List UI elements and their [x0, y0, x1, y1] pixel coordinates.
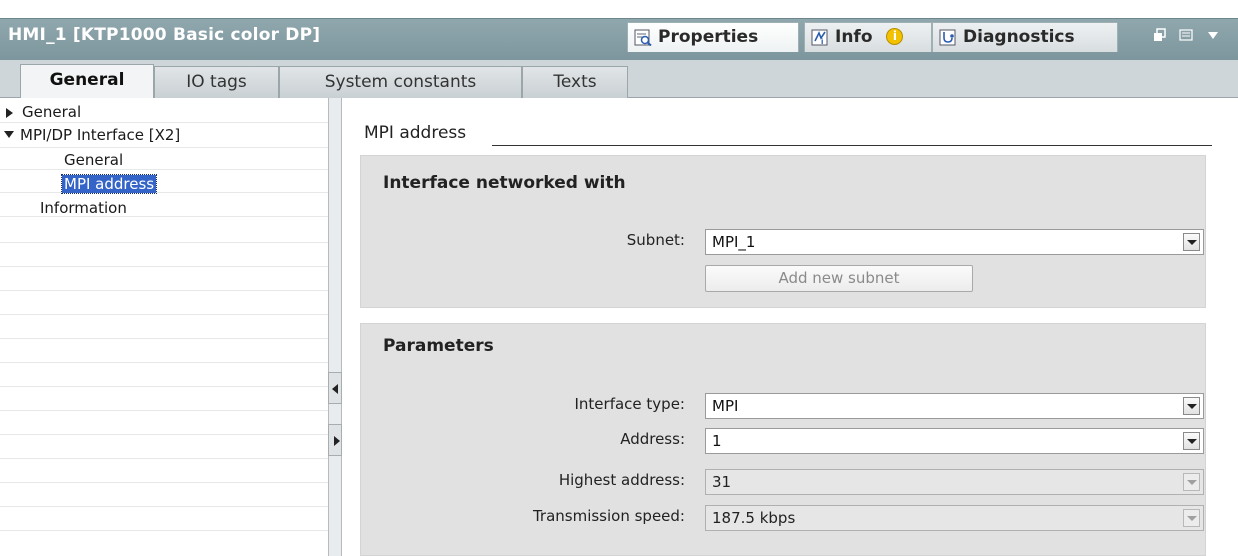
properties-content: MPI address Interface networked with Sub… — [342, 98, 1238, 556]
dropdown-arrow-icon[interactable] — [1183, 233, 1200, 251]
highest-address-dropdown: 31 — [705, 469, 1204, 495]
dropdown-arrow-icon[interactable] — [1183, 397, 1200, 415]
arrow-left-icon — [332, 384, 338, 394]
tree-divider — [0, 410, 328, 411]
tree-divider — [0, 290, 328, 291]
expand-arrow-icon[interactable] — [6, 108, 13, 118]
tree-item-information[interactable]: Information — [40, 199, 127, 217]
tab-diagnostics-label: Diagnostics — [963, 27, 1075, 47]
pane-splitter[interactable] — [328, 98, 342, 556]
address-value: 1 — [712, 432, 722, 450]
address-dropdown[interactable]: 1 — [705, 428, 1204, 454]
tab-properties-label: Properties — [658, 27, 759, 47]
subtab-texts[interactable]: Texts — [522, 66, 628, 98]
properties-icon — [634, 29, 652, 46]
transmission-speed-label: Transmission speed: — [532, 507, 685, 525]
subtab-io-tags[interactable]: IO tags — [154, 66, 279, 98]
tree-divider — [0, 122, 328, 123]
tree-item-general[interactable]: General — [22, 103, 81, 121]
tree-divider — [0, 530, 328, 531]
tree-divider — [0, 266, 328, 267]
group-parameters: Parameters Interface type: MPI Address: … — [360, 323, 1206, 556]
restore-window-icon — [1154, 28, 1166, 41]
subtab-general[interactable]: General — [20, 64, 154, 99]
menu-lines-icon — [1179, 29, 1193, 41]
dropdown-arrow-icon — [1183, 509, 1200, 527]
address-label: Address: — [620, 430, 685, 448]
tree-divider — [0, 192, 328, 193]
transmission-speed-value: 187.5 kbps — [712, 509, 796, 527]
tree-divider — [0, 338, 328, 339]
window-controls[interactable] — [1148, 26, 1232, 44]
svg-text:i: i — [821, 38, 823, 46]
tab-info[interactable]: i Info i — [804, 22, 932, 52]
tree-divider — [0, 434, 328, 435]
tree-divider — [0, 314, 328, 315]
section-title: MPI address — [364, 123, 481, 143]
title-top-spacer — [0, 0, 1238, 18]
tree-item-interface-general[interactable]: General — [64, 151, 123, 169]
window-title: HMI_1 [KTP1000 Basic color DP] — [8, 25, 321, 45]
chevron-down-icon — [1208, 32, 1218, 39]
tree-divider — [0, 458, 328, 459]
subtab-bar: General IO tags System constants Texts — [0, 60, 1238, 99]
transmission-speed-dropdown: 187.5 kbps — [705, 505, 1204, 531]
expand-right-button[interactable] — [328, 424, 342, 456]
tree-divider — [0, 362, 328, 363]
tab-diagnostics[interactable]: Diagnostics — [932, 22, 1118, 52]
arrow-right-icon — [334, 436, 340, 446]
add-new-subnet-button[interactable]: Add new subnet — [705, 265, 973, 292]
subnet-label: Subnet: — [626, 231, 685, 249]
section-rule — [492, 145, 1212, 146]
interface-type-value: MPI — [712, 397, 739, 415]
subnet-dropdown[interactable]: MPI_1 — [705, 229, 1204, 255]
interface-type-label: Interface type: — [574, 395, 686, 413]
subnet-value: MPI_1 — [712, 233, 756, 251]
highest-address-label: Highest address: — [558, 471, 685, 489]
interface-type-dropdown[interactable]: MPI — [705, 393, 1204, 419]
tree-item-mpi-dp-interface[interactable]: MPI/DP Interface [X2] — [20, 126, 180, 144]
subtab-system-constants[interactable]: System constants — [279, 66, 522, 98]
dropdown-arrow-icon[interactable] — [1183, 432, 1200, 450]
group-title: Interface networked with — [383, 173, 626, 193]
tree-divider — [0, 169, 328, 170]
info-icon: i — [811, 29, 828, 46]
inspector-title-bar: HMI_1 [KTP1000 Basic color DP] Propertie… — [0, 0, 1238, 60]
tab-properties[interactable]: Properties — [627, 22, 799, 52]
navigation-tree: General MPI/DP Interface [X2] General MP… — [0, 98, 328, 556]
highest-address-value: 31 — [712, 473, 732, 491]
diagnostics-icon — [939, 29, 956, 46]
tree-divider — [0, 482, 328, 483]
tab-info-label: Info — [835, 27, 873, 47]
collapse-arrow-icon[interactable] — [4, 131, 14, 138]
group-interface-networked: Interface networked with Subnet: MPI_1 A… — [360, 155, 1206, 308]
tree-divider — [0, 506, 328, 507]
dropdown-arrow-icon — [1183, 473, 1200, 491]
tree-divider — [0, 386, 328, 387]
tree-item-mpi-address[interactable]: MPI address — [60, 174, 158, 194]
info-badge-icon: i — [886, 28, 904, 45]
tree-divider — [0, 147, 328, 148]
group-title: Parameters — [383, 336, 494, 356]
tree-divider — [0, 242, 328, 243]
collapse-left-button[interactable] — [328, 372, 342, 404]
